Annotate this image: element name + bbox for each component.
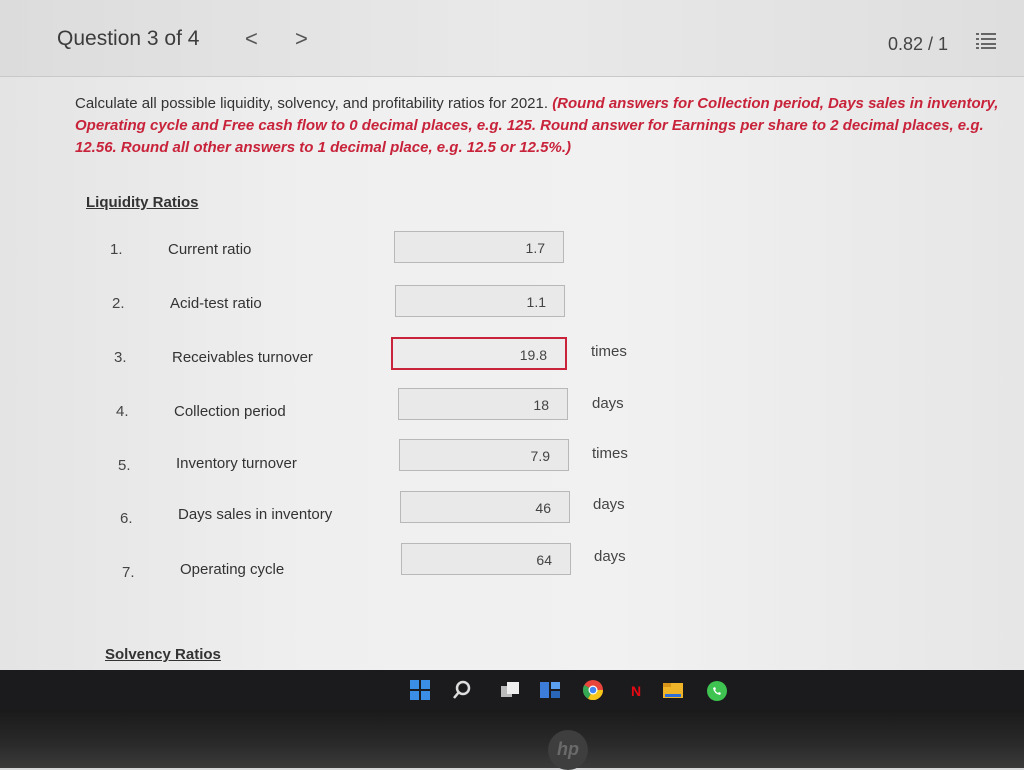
unit-label: days xyxy=(593,496,625,513)
liquidity-ratios-heading: Liquidity Ratios xyxy=(86,194,199,211)
ratio-label-acid-test: Acid-test ratio xyxy=(170,295,262,312)
ratio-label-inventory-turnover: Inventory turnover xyxy=(176,455,297,472)
ratio-label-current: Current ratio xyxy=(168,241,252,258)
ratio-label-days-sales-inventory: Days sales in inventory xyxy=(178,506,333,523)
days-sales-in-inventory-input[interactable]: 46 xyxy=(400,491,570,523)
chrome-icon[interactable] xyxy=(582,680,604,701)
current-ratio-input[interactable]: 1.7 xyxy=(394,231,564,263)
receivables-turnover-input[interactable]: 19.8 xyxy=(391,337,567,370)
windows-start-icon[interactable] xyxy=(410,680,430,700)
row-number: 6. xyxy=(120,510,133,527)
whatsapp-icon[interactable] xyxy=(706,680,727,701)
question-instructions: Calculate all possible liquidity, solven… xyxy=(75,93,1005,159)
row-number: 5. xyxy=(118,457,131,474)
row-number: 4. xyxy=(116,403,129,420)
row-number: 3. xyxy=(114,349,127,366)
next-question-button[interactable]: > xyxy=(295,26,308,52)
operating-cycle-input[interactable]: 64 xyxy=(401,543,571,575)
search-icon[interactable] xyxy=(452,680,472,700)
svg-text:N: N xyxy=(631,683,641,699)
inventory-turnover-input[interactable]: 7.9 xyxy=(399,439,569,471)
file-explorer-icon[interactable] xyxy=(663,680,683,700)
ratio-label-collection-period: Collection period xyxy=(174,403,286,420)
collection-period-input[interactable]: 18 xyxy=(398,388,568,420)
hp-logo: hp xyxy=(548,730,588,770)
browser-screen: Question 3 of 4 < > 0.82 / 1 Calculate a… xyxy=(0,0,1024,670)
row-number: 1. xyxy=(110,241,123,258)
previous-question-button[interactable]: < xyxy=(245,26,258,52)
acid-test-ratio-input[interactable]: 1.1 xyxy=(395,285,565,317)
solvency-ratios-heading: Solvency Ratios xyxy=(105,646,221,663)
question-counter: Question 3 of 4 xyxy=(57,27,200,50)
unit-label: days xyxy=(594,548,626,565)
ratio-label-operating-cycle: Operating cycle xyxy=(180,561,285,578)
row-number: 7. xyxy=(122,564,135,581)
question-list-icon[interactable] xyxy=(976,32,996,55)
score-display: 0.82 / 1 xyxy=(888,34,949,54)
widgets-icon[interactable] xyxy=(540,680,560,700)
netflix-icon[interactable]: N xyxy=(625,680,645,700)
row-number: 2. xyxy=(112,295,125,312)
instructions-text: Calculate all possible liquidity, solven… xyxy=(75,95,553,112)
unit-label: times xyxy=(591,343,627,360)
windows-taskbar: N xyxy=(0,670,1024,710)
laptop-bezel xyxy=(0,710,1024,768)
task-view-icon[interactable] xyxy=(500,680,520,700)
ratio-label-receivables-turnover: Receivables turnover xyxy=(172,349,313,366)
question-header: Question 3 of 4 < > 0.82 / 1 xyxy=(0,0,1024,77)
unit-label: days xyxy=(592,395,624,412)
unit-label: times xyxy=(592,445,628,462)
